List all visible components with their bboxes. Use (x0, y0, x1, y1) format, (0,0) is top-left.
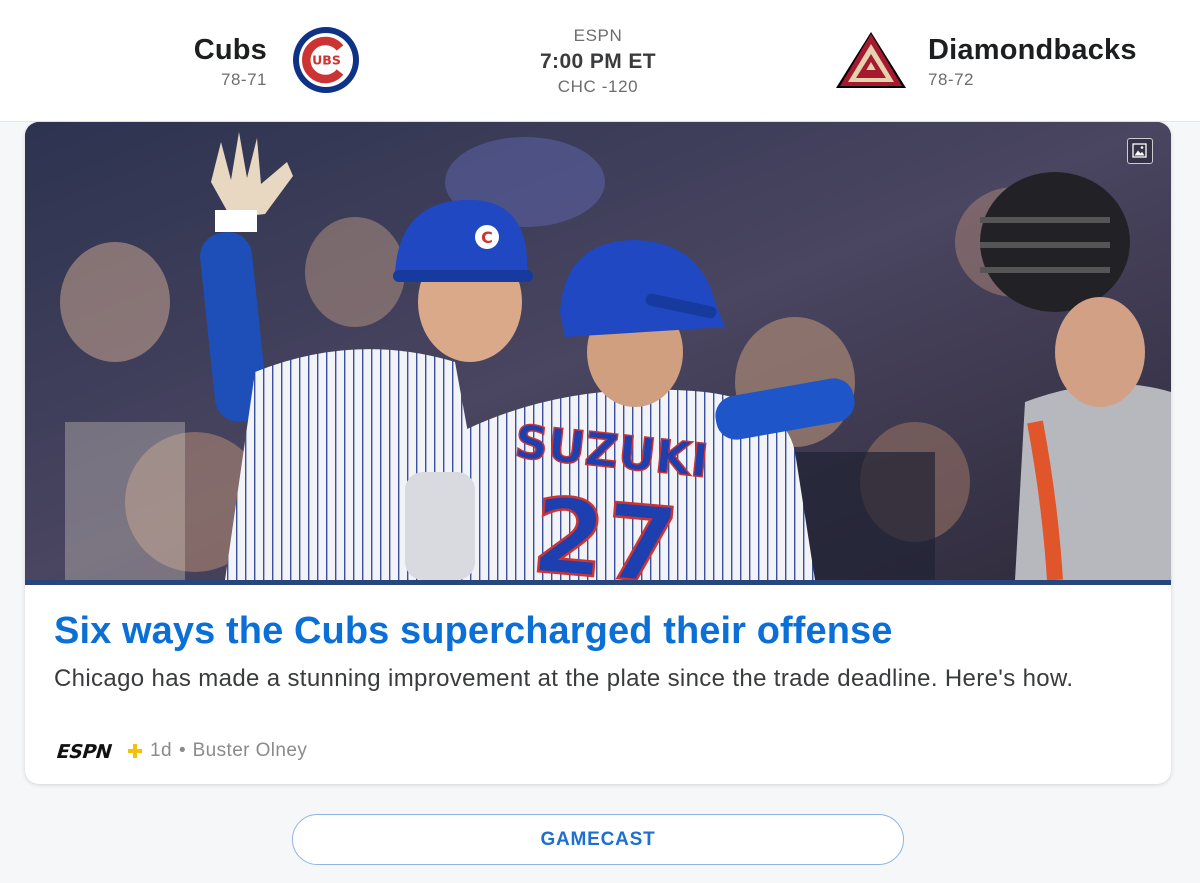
story-author[interactable]: Buster Olney (193, 740, 308, 762)
matchup-header[interactable]: Cubs 78-71 UBS ESPN 7:00 PM ET CHC -120 … (0, 0, 1200, 122)
svg-text:UBS: UBS (312, 53, 341, 68)
game-time: 7:00 PM ET (539, 50, 657, 73)
home-team-name: Cubs (193, 34, 267, 66)
away-team[interactable]: Diamondbacks 78-72 (928, 33, 1137, 91)
story-byline: ESPN 1d • Buster Olney (54, 738, 307, 764)
story-summary: Chicago has made a stunning improvement … (54, 665, 1074, 692)
story-headline[interactable]: Six ways the Cubs supercharged their off… (54, 608, 893, 654)
image-glyph-icon (1132, 143, 1147, 158)
game-info: ESPN 7:00 PM ET CHC -120 (468, 25, 728, 98)
cubs-logo-icon[interactable]: UBS (292, 26, 360, 94)
betting-odds: CHC -120 (557, 77, 639, 96)
home-team[interactable]: Cubs 78-71 (194, 33, 267, 91)
story-card[interactable]: C SUZUKI 27 Six ways the Cubs supercharg… (25, 122, 1171, 784)
svg-text:C: C (481, 228, 493, 247)
espn-plus-logo: ESPN (54, 741, 142, 761)
story-photo-illustration: C SUZUKI 27 (25, 122, 1171, 580)
story-photo[interactable]: C SUZUKI 27 (25, 122, 1171, 580)
image-icon[interactable] (1127, 138, 1153, 164)
away-team-record: 78-72 (928, 70, 974, 89)
broadcast-network: ESPN (573, 26, 623, 45)
photo-divider (25, 580, 1171, 585)
byline-separator: • (178, 740, 186, 761)
gamecast-button[interactable]: GAMECAST (292, 814, 904, 865)
away-team-name: Diamondbacks (928, 34, 1137, 66)
home-team-record: 78-71 (221, 70, 267, 89)
story-age: 1d (150, 740, 172, 761)
svg-text:ESPN: ESPN (54, 741, 115, 761)
jersey-number-text: 27 (528, 474, 683, 580)
diamondbacks-logo-icon[interactable] (834, 30, 908, 92)
